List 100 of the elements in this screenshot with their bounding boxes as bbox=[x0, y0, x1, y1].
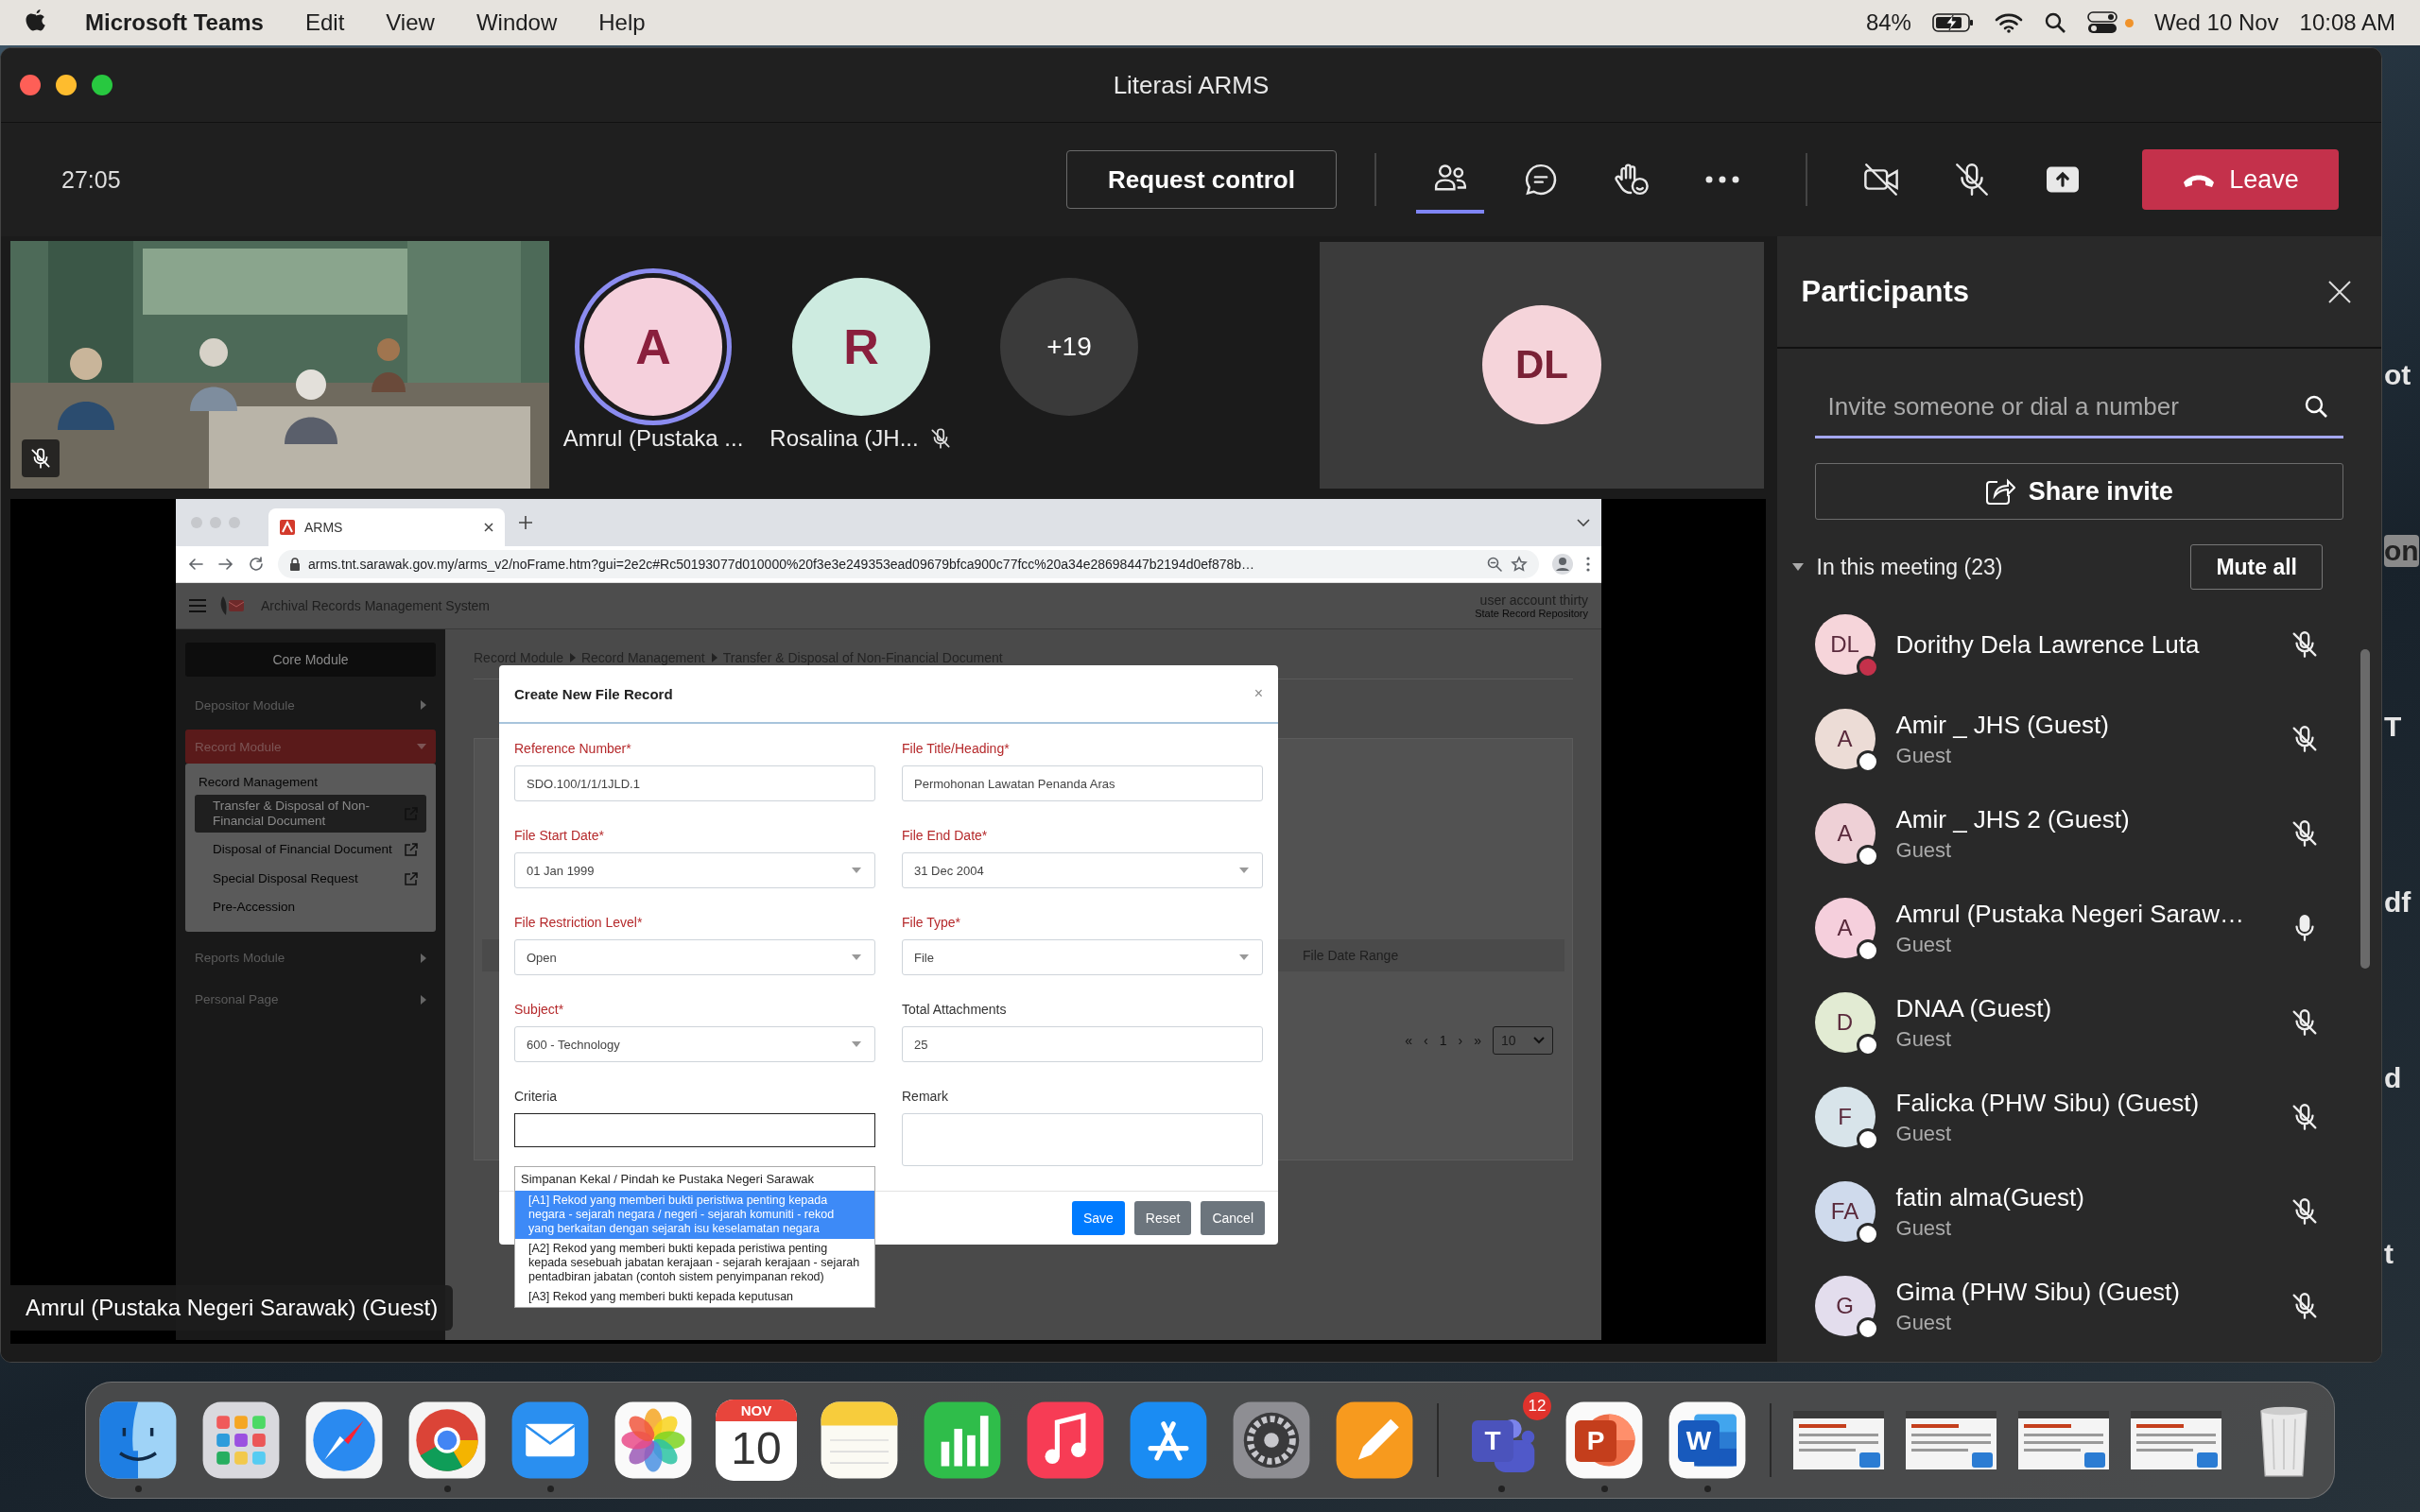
caret-icon bbox=[1791, 563, 1804, 571]
browser-tab[interactable]: ARMS bbox=[268, 508, 505, 546]
new-tab-icon[interactable] bbox=[518, 515, 533, 530]
minimize-window-button[interactable] bbox=[56, 75, 77, 95]
menu-item[interactable]: Help bbox=[598, 9, 646, 36]
participant-name: Dorithy Dela Lawrence Luta bbox=[1895, 629, 2201, 660]
menu-item[interactable]: View bbox=[386, 9, 435, 36]
window-thumbnail[interactable] bbox=[1793, 1411, 1884, 1469]
wifi-icon[interactable] bbox=[1994, 12, 2023, 33]
battery-icon[interactable] bbox=[1931, 12, 1974, 33]
window-thumbnail[interactable] bbox=[2131, 1411, 2221, 1469]
select-field[interactable]: Open bbox=[514, 939, 875, 975]
dialog-button[interactable]: Cancel bbox=[1201, 1201, 1265, 1235]
field-label: Reference Number* bbox=[514, 740, 632, 758]
desktop-icon-label: df bbox=[2384, 886, 2411, 919]
invite-search-field[interactable]: Invite someone or dial a number bbox=[1814, 377, 2343, 438]
request-control-button[interactable]: Request control bbox=[1066, 150, 1337, 209]
avatar: DL bbox=[1482, 305, 1601, 424]
control-center-icon[interactable] bbox=[2086, 11, 2118, 34]
select-field[interactable]: 600 - Technology bbox=[514, 1026, 875, 1062]
menu-item[interactable]: Window bbox=[475, 9, 558, 36]
menu-item[interactable]: Edit bbox=[304, 9, 345, 36]
participant-role: Guest bbox=[1895, 1215, 1953, 1241]
close-icon[interactable] bbox=[484, 523, 493, 532]
caret-icon bbox=[1239, 868, 1249, 873]
share-invite-button[interactable]: Share invite bbox=[1814, 463, 2343, 520]
participant-role: Guest bbox=[1895, 837, 1953, 863]
music-note-icon bbox=[1025, 1400, 1106, 1481]
star-icon[interactable] bbox=[1511, 556, 1528, 573]
window-thumbnail[interactable] bbox=[1906, 1411, 1996, 1469]
dropdown-option[interactable]: [A3] Rekod yang memberi bukti kepada keputusan bbox=[515, 1287, 874, 1307]
app-store-icon bbox=[1128, 1400, 1209, 1481]
field-label: File Type* bbox=[902, 914, 961, 932]
notepad-icon bbox=[819, 1400, 900, 1481]
scrollbar[interactable] bbox=[2360, 649, 2370, 969]
search-icon[interactable] bbox=[2043, 11, 2066, 34]
dialog-button[interactable]: Reset bbox=[1133, 1201, 1192, 1235]
mute-all-button[interactable]: Mute all bbox=[2190, 544, 2323, 590]
logo-letter: T bbox=[1472, 1420, 1513, 1462]
input-field[interactable]: 25 bbox=[902, 1026, 1263, 1062]
textarea-field[interactable] bbox=[902, 1113, 1263, 1166]
chevron-down-icon[interactable] bbox=[1577, 518, 1590, 527]
section-toggle[interactable]: In this meeting (23) bbox=[1791, 554, 2003, 580]
avatar: R bbox=[792, 278, 930, 416]
desktop-icon-label: on bbox=[2384, 535, 2419, 567]
combo-field[interactable] bbox=[514, 1113, 875, 1147]
input-field[interactable]: SDO.100/1/1/1JLD.1 bbox=[514, 765, 875, 801]
zoom-icon[interactable] bbox=[1486, 556, 1503, 573]
option-group-label: Simpanan Kekal / Pindah ke Pustaka Negeri Sarawak bbox=[520, 1171, 815, 1188]
kebab-menu-icon[interactable] bbox=[1586, 557, 1590, 572]
back-icon[interactable] bbox=[187, 556, 204, 573]
maximize-window-button[interactable] bbox=[92, 75, 112, 95]
panel-title: Participants bbox=[1801, 274, 1969, 309]
field-label: Total Attachments bbox=[902, 1001, 1008, 1019]
close-window-button[interactable] bbox=[20, 75, 41, 95]
caret-icon bbox=[852, 1041, 861, 1047]
participant-role: Guest bbox=[1895, 1026, 1953, 1052]
notification-badge: 12 bbox=[1523, 1392, 1551, 1420]
calendar-icon[interactable]: NOV 10 bbox=[716, 1400, 797, 1481]
profile-icon[interactable] bbox=[1552, 554, 1573, 575]
dialog-button[interactable]: Save bbox=[1071, 1201, 1125, 1235]
flower-icon bbox=[613, 1400, 694, 1481]
participant-role: Guest bbox=[1895, 1121, 1953, 1146]
desktop-icon-label: ot bbox=[2384, 359, 2411, 391]
caret-icon bbox=[852, 868, 861, 873]
window-thumbnail[interactable] bbox=[2018, 1411, 2109, 1469]
browser-icon bbox=[406, 1400, 488, 1481]
dropdown-option[interactable]: [A1] Rekod yang memberi bukti peristiwa penting kepada negara - sejarah negara / negeri - sejarah komuniti - rekod yang berkaitan dengan sejarah isu keselamatan negara bbox=[515, 1191, 874, 1239]
date[interactable]: Wed 10 Nov bbox=[2153, 9, 2279, 36]
select-field[interactable]: 31 Dec 2004 bbox=[902, 852, 1263, 888]
desktop-icon-label: d bbox=[2384, 1062, 2402, 1094]
presenter-name: Amrul (Pustaka Negeri Sarawak) (Guest) bbox=[10, 1285, 454, 1331]
chevron-down-icon bbox=[1533, 1037, 1545, 1044]
battery-percentage: 84% bbox=[1865, 9, 1911, 36]
participant-name: Amir _ JHS (Guest) bbox=[1895, 710, 2110, 740]
close-icon[interactable] bbox=[2326, 278, 2353, 305]
chevron-right-icon bbox=[568, 653, 576, 662]
participant-name: Amrul (Pustaka ... bbox=[562, 425, 744, 452]
avatar: A bbox=[1814, 898, 1876, 958]
share-icon bbox=[1984, 477, 2015, 506]
dialog-title: Create New File Record bbox=[514, 685, 673, 702]
search-icon bbox=[2304, 394, 2328, 419]
participant-role: Guest bbox=[1895, 743, 1953, 768]
submenu-item[interactable]: Transfer & Disposal of Non-Financial Document bbox=[195, 795, 426, 833]
caret-icon bbox=[1239, 954, 1249, 960]
address-bar[interactable]: arms.tnt.sarawak.gov.my/arms_v2/noFrame.htm?gui=2e2c#Rc50193077d010000%20f3e3e249353ead09679bfca900c77fcc%20a34e28698447b2194d0ef878b… bbox=[278, 550, 1539, 578]
dropdown-option[interactable]: [A2] Rekod yang memberi bukti kepada peristiwa penting kepada sesebuah jabatan kerajaan - sejarah kerajaan - sejarah pentadbiran jabatan (contoh sistem penyimpanan rekod) bbox=[515, 1239, 874, 1287]
close-button[interactable]: × bbox=[1253, 685, 1263, 702]
avatar: A bbox=[1814, 709, 1876, 769]
smiling-face-icon bbox=[97, 1400, 179, 1481]
core-module-header[interactable]: Core Module bbox=[185, 643, 436, 677]
leave-button[interactable]: Leave bbox=[2142, 149, 2339, 210]
input-field[interactable]: Permohonan Lawatan Penanda Aras bbox=[902, 765, 1263, 801]
app-menu[interactable]: Microsoft Teams bbox=[85, 9, 264, 36]
clock[interactable]: 10:08 AM bbox=[2299, 9, 2395, 36]
select-field[interactable]: File bbox=[902, 939, 1263, 975]
field-label: File End Date* bbox=[902, 827, 989, 845]
select-field[interactable]: 01 Jan 1999 bbox=[514, 852, 875, 888]
forward-icon[interactable] bbox=[217, 556, 234, 573]
reload-icon[interactable] bbox=[248, 556, 265, 573]
